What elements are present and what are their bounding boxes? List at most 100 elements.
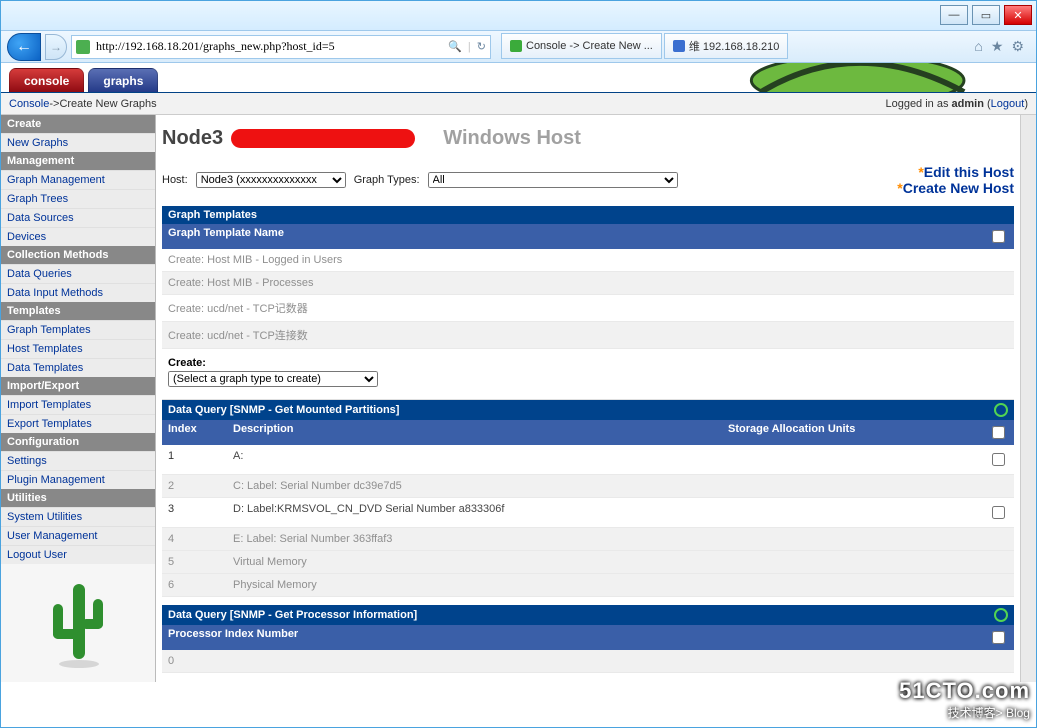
sidebar-item[interactable]: Graph Templates [1,320,155,339]
host-ip-redacted: (xxxxxxxxxxxxxxx) [233,127,413,150]
reload-icon[interactable] [994,403,1008,417]
sidebar-item[interactable]: Graph Trees [1,189,155,208]
page-content: console graphs Console -> Create New Gra… [1,63,1036,727]
sidebar-item[interactable]: Data Templates [1,358,155,377]
cacti-banner [616,63,1036,92]
create-graph-row: Create: (Select a graph type to create) [162,349,1014,400]
create-graph-type-select[interactable]: (Select a graph type to create) [168,371,378,387]
dq-proc-header: Processor Index Number [162,625,1014,650]
sidebar-section-header: Utilities [1,489,155,507]
section-dq-processor: Data Query [SNMP - Get Processor Informa… [162,605,1014,625]
sidebar-item[interactable]: System Utilities [1,507,155,526]
row-checkbox[interactable] [992,453,1005,466]
window-titlebar: — ▭ ✕ [1,1,1036,31]
table-row: Create: ucd/net - TCP记数器 [162,295,1014,322]
select-all-checkbox[interactable] [992,426,1005,439]
select-all-checkbox[interactable] [992,631,1005,644]
host-label: Host: [162,174,188,186]
table-row[interactable]: 2C: Label: Serial Number dc39e7d5 [162,475,1014,498]
sidebar-item[interactable]: Host Templates [1,339,155,358]
cacti-header: console graphs [1,63,1036,93]
table-row: Create: Host MIB - Logged in Users [162,249,1014,272]
sidebar-item[interactable]: Logout User [1,545,155,564]
sidebar-item[interactable]: Plugin Management [1,470,155,489]
sidebar-item[interactable]: Devices [1,227,155,246]
window-close-button[interactable]: ✕ [1004,5,1032,25]
search-icon[interactable]: 🔍 [448,40,462,53]
sidebar-item[interactable]: Export Templates [1,414,155,433]
favicon-icon [76,40,90,54]
browser-window: — ▭ ✕ ← → 🔍 | ↻ Console -> Create New ..… [0,0,1037,728]
tab-favicon-icon [673,40,685,52]
sidebar-item[interactable]: Import Templates [1,395,155,414]
sidebar-section-header: Import/Export [1,377,155,395]
sidebar: CreateNew GraphsManagementGraph Manageme… [1,115,156,682]
create-label: Create: [168,357,1008,369]
browser-tab[interactable]: Console -> Create New ... [501,33,662,59]
select-all-checkbox[interactable] [992,230,1005,243]
host-control-row: Host: Node3 (xxxxxxxxxxxxxx Graph Types:… [162,164,1014,196]
breadcrumb: Console -> Create New Graphs Logged in a… [1,93,1036,115]
graph-templates-header: Graph Template Name [162,224,1014,249]
tab-graphs[interactable]: graphs [88,68,158,92]
table-row[interactable]: 0 [162,650,1014,673]
create-new-host-link[interactable]: *Create New Host [897,180,1014,196]
table-row[interactable]: 4E: Label: Serial Number 363ffaf3 [162,528,1014,551]
sidebar-section-header: Templates [1,302,155,320]
tab-title: 维 192.168.18.210 [689,38,780,54]
host-name: Node3 [162,127,223,150]
sidebar-item[interactable]: New Graphs [1,133,155,152]
address-bar[interactable]: 🔍 | ↻ [71,35,491,59]
sidebar-item[interactable]: Data Input Methods [1,283,155,302]
window-minimize-button[interactable]: — [940,5,968,25]
sidebar-item[interactable]: Data Queries [1,264,155,283]
table-row[interactable]: 1A: [162,445,1014,475]
host-type: Windows Host [443,127,581,150]
window-maximize-button[interactable]: ▭ [972,5,1000,25]
section-dq-partitions: Data Query [SNMP - Get Mounted Partition… [162,400,1014,420]
dq-partitions-header: Index Description Storage Allocation Uni… [162,420,1014,445]
sidebar-item[interactable]: Graph Management [1,170,155,189]
table-row[interactable]: 5Virtual Memory [162,551,1014,574]
host-title: Node3 (xxxxxxxxxxxxxxx) Windows Host [162,121,1014,160]
logout-link[interactable]: Logout [991,98,1025,110]
sidebar-section-header: Collection Methods [1,246,155,264]
sidebar-section-header: Create [1,115,155,133]
breadcrumb-console-link[interactable]: Console [9,98,49,110]
login-info: Logged in as admin (Logout) [885,98,1028,110]
browser-tab[interactable]: 维 192.168.18.210 [664,33,789,59]
sidebar-item[interactable]: Settings [1,451,155,470]
host-select[interactable]: Node3 (xxxxxxxxxxxxxx [196,172,346,188]
host-quick-actions: *Edit this Host *Create New Host [897,164,1014,196]
tab-console[interactable]: console [9,68,84,92]
table-row: Create: ucd/net - TCP连接数 [162,322,1014,349]
table-row: Create: Host MIB - Processes [162,272,1014,295]
cacti-logo [1,564,155,682]
main-panel: Node3 (xxxxxxxxxxxxxxx) Windows Host Hos… [156,115,1020,682]
graph-types-label: Graph Types: [354,174,420,186]
table-row[interactable]: 6Physical Memory [162,574,1014,597]
browser-tabs: Console -> Create New ... 维 192.168.18.2… [501,33,964,61]
scrollbar[interactable] [1020,115,1036,682]
sidebar-item[interactable]: User Management [1,526,155,545]
breadcrumb-current: Create New Graphs [59,98,156,110]
row-checkbox[interactable] [992,506,1005,519]
tab-favicon-icon [510,40,522,52]
url-input[interactable] [94,38,442,55]
edit-host-link[interactable]: *Edit this Host [897,164,1014,180]
home-icon[interactable]: ⌂ [974,38,982,55]
nav-forward-button[interactable]: → [45,34,67,60]
browser-toolbar: ← → 🔍 | ↻ Console -> Create New ... 维 19… [1,31,1036,63]
nav-back-button[interactable]: ← [7,33,41,61]
tools-icon[interactable]: ⚙ [1011,38,1024,55]
refresh-icon[interactable]: ↻ [477,40,486,53]
section-graph-templates: Graph Templates [162,206,1014,224]
sidebar-section-header: Management [1,152,155,170]
reload-icon[interactable] [994,608,1008,622]
sidebar-item[interactable]: Data Sources [1,208,155,227]
graph-types-select[interactable]: All [428,172,678,188]
table-row[interactable]: 3D: Label:KRMSVOL_CN_DVD Serial Number a… [162,498,1014,528]
tab-title: Console -> Create New ... [526,40,653,52]
favorites-icon[interactable]: ★ [991,38,1004,55]
sidebar-section-header: Configuration [1,433,155,451]
